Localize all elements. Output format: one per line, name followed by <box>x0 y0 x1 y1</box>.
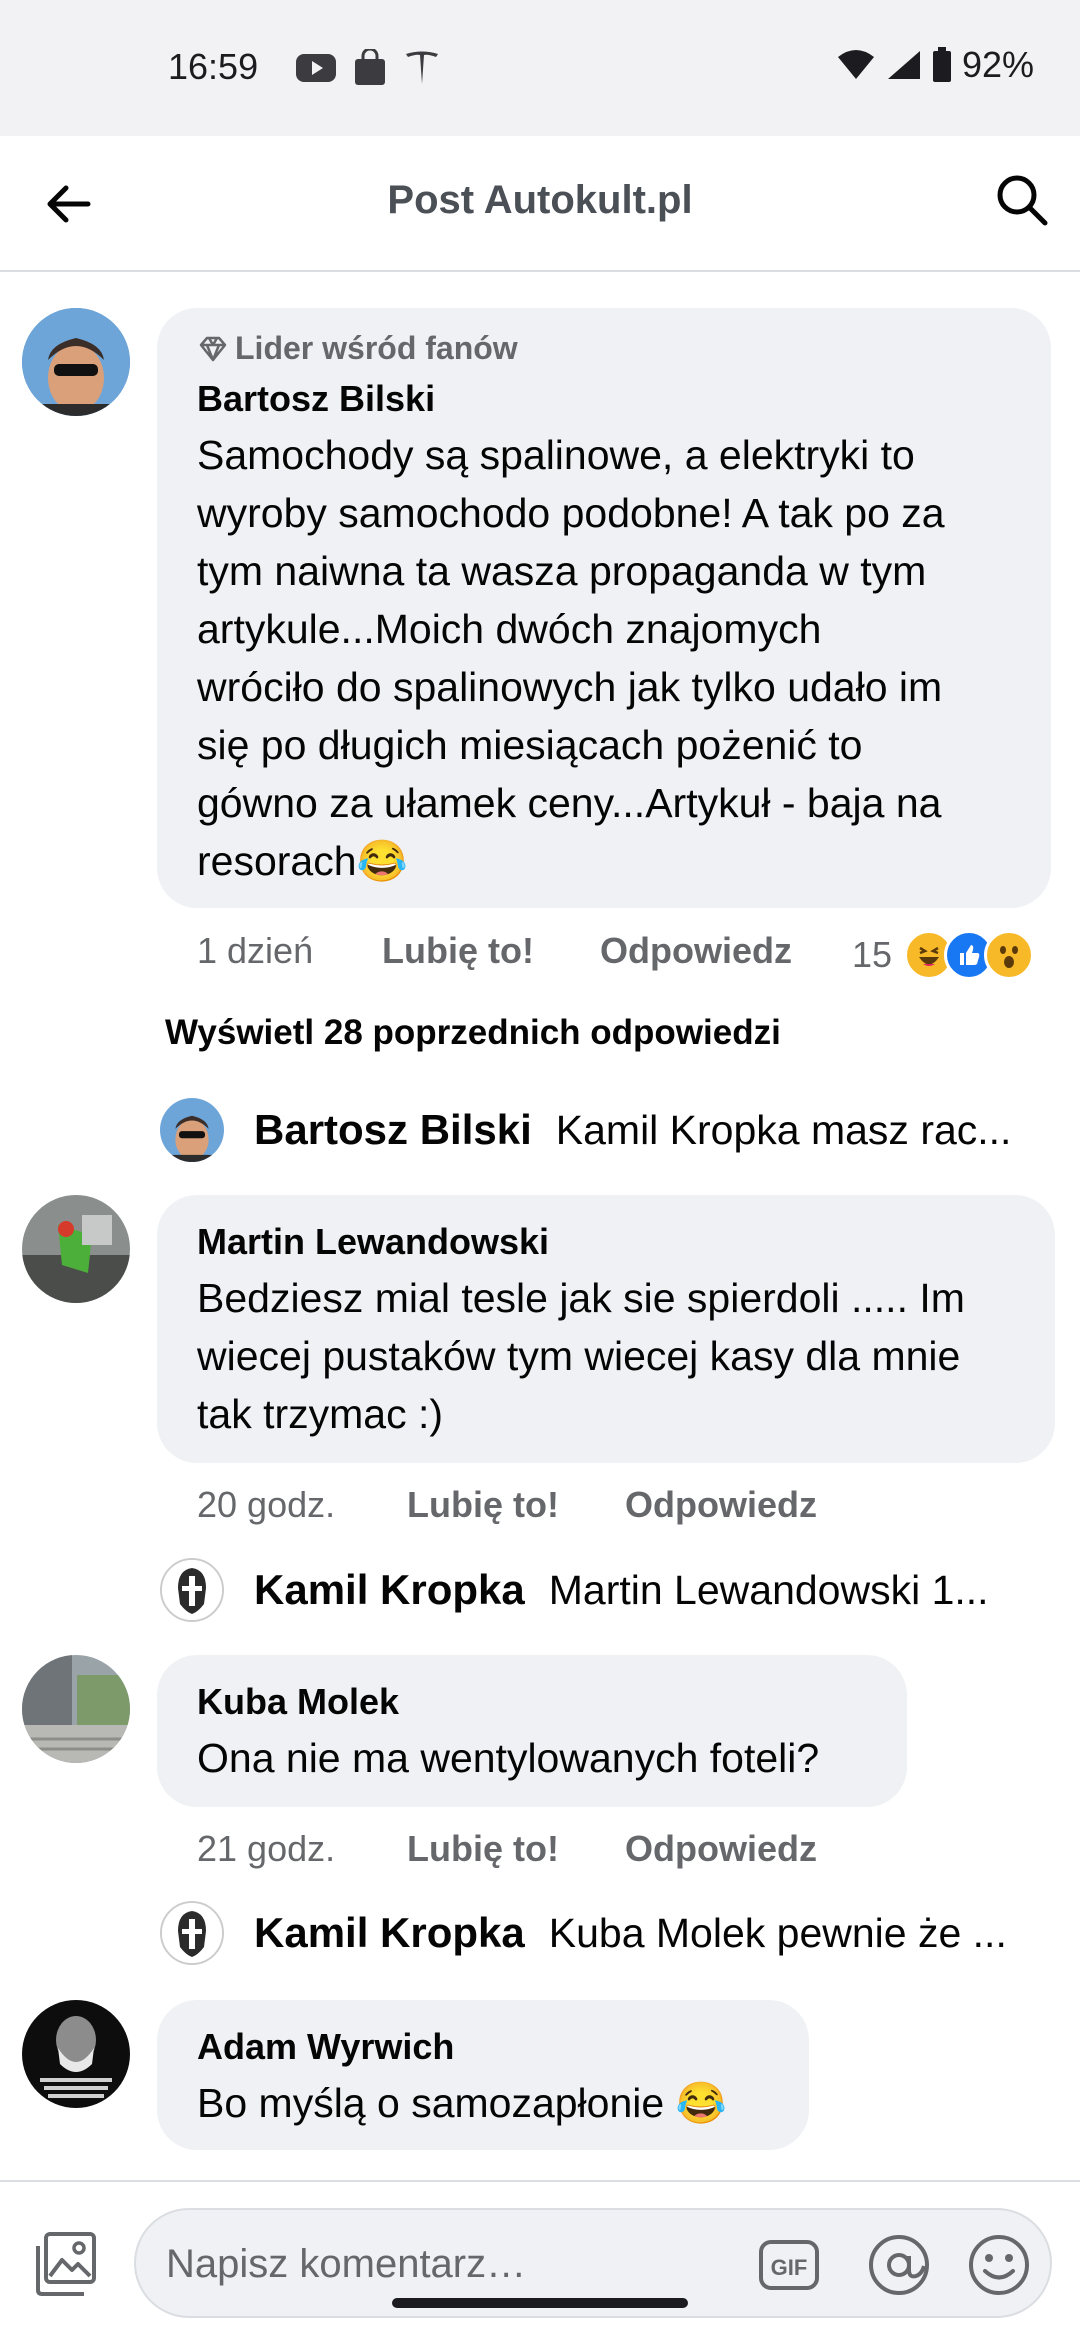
comment-actions: 20 godz. Lubię to! Odpowiedz <box>197 1484 817 1526</box>
reply-button[interactable]: Odpowiedz <box>600 930 792 972</box>
text-line: resorach😂 <box>197 838 408 884</box>
comment-time[interactable]: 1 dzień <box>197 930 382 972</box>
mention-button[interactable] <box>866 2232 932 2298</box>
battery-icon <box>932 47 951 82</box>
avatar <box>160 1901 224 1965</box>
app-bar: Post Autokult.pl <box>0 136 1080 272</box>
avatar <box>160 1098 224 1162</box>
text-line: się po długich miesiącach pożenić to <box>197 722 863 768</box>
shopping-bag-icon <box>355 49 385 85</box>
reply-author: Kamil Kropka <box>254 1909 525 1956</box>
status-bar: 16:59 92% <box>0 0 1080 136</box>
reply-snippet: Kamil Kropka masz rac... <box>555 1106 1012 1153</box>
comment-placeholder: Napisz komentarz… <box>166 2242 527 2286</box>
at-icon <box>869 2235 929 2295</box>
avatar[interactable] <box>22 1655 130 1763</box>
reactions-summary[interactable]: 15 <box>852 930 1035 980</box>
avatar-photo <box>22 308 130 416</box>
youtube-icon <box>296 54 336 82</box>
comment-text: Bedziesz mial tesle jak sie spierdoli ..… <box>197 1269 1037 1443</box>
comment-time[interactable]: 21 godz. <box>197 1828 407 1870</box>
comment-author[interactable]: Bartosz Bilski <box>197 378 435 420</box>
text-line: Samochody są spalinowe, a elektryki to <box>197 432 915 478</box>
text-line: tym naiwna ta wasza propaganda w tym <box>197 548 927 594</box>
search-icon <box>997 175 1048 226</box>
emoji-button[interactable] <box>966 2232 1032 2298</box>
text-line: wiecej pustaków tym wiecej kasy dla mnie <box>197 1333 961 1379</box>
text-line: Bo myślą o samozapłonie 😂 <box>197 2080 727 2126</box>
avatar[interactable] <box>22 308 130 416</box>
reply-button[interactable]: Odpowiedz <box>625 1828 817 1870</box>
comment-author[interactable]: Adam Wyrwich <box>197 2026 454 2068</box>
comment-composer: Napisz komentarz… GIF <box>0 2180 1080 2342</box>
avatar-photo <box>22 2000 130 2108</box>
avatar[interactable] <box>22 1195 130 1303</box>
comment-actions: 21 godz. Lubię to! Odpowiedz <box>197 1828 817 1870</box>
wifi-icon <box>837 50 874 79</box>
comment-text: Bo myślą o samozapłonie 😂 <box>197 2074 727 2132</box>
text-line: wróciło do spalinowych jak tylko udało i… <box>197 664 943 710</box>
gif-icon: GIF <box>759 2240 819 2290</box>
reply-author: Bartosz Bilski <box>254 1106 532 1153</box>
text-line: artykule...Moich dwóch znajomych <box>197 606 822 652</box>
tesla-icon <box>406 51 438 84</box>
battery-percent: 92% <box>961 44 1034 85</box>
comment-bubble[interactable]: Martin Lewandowski Bedziesz mial tesle j… <box>157 1195 1055 1463</box>
status-right: 92% <box>836 44 1034 86</box>
reply-author: Kamil Kropka <box>254 1566 525 1613</box>
reply-preview[interactable]: Bartosz Bilski Kamil Kropka masz rac... <box>160 1095 1011 1165</box>
text-line: Ona nie ma wentylowanych foteli? <box>197 1735 820 1781</box>
badge-label: Lider wśród fanów <box>235 330 518 366</box>
text-line: tak trzymac :) <box>197 1391 444 1437</box>
home-indicator[interactable] <box>392 2298 688 2308</box>
reply-snippet: Kuba Molek pewnie że ... <box>548 1909 1007 1956</box>
notification-icons <box>294 48 442 88</box>
text-line: wyroby samochodo podobne! A tak po za <box>197 490 945 536</box>
page-title: Post Autokult.pl <box>387 178 693 222</box>
diamond-icon <box>199 336 227 361</box>
text-line: Bedziesz mial tesle jak sie spierdoli ..… <box>197 1275 965 1321</box>
search-button[interactable] <box>992 170 1052 230</box>
wow-reaction-icon <box>984 930 1035 980</box>
signal-icon <box>887 51 920 79</box>
comment-bubble[interactable]: Adam Wyrwich Bo myślą o samozapłonie 😂 <box>157 2000 809 2150</box>
avatar-photo <box>22 1655 130 1763</box>
comment-time[interactable]: 20 godz. <box>197 1484 407 1526</box>
photo-button[interactable] <box>32 2230 100 2298</box>
comment-author[interactable]: Kuba Molek <box>197 1681 399 1723</box>
like-button[interactable]: Lubię to! <box>407 1484 559 1526</box>
status-time: 16:59 <box>168 46 259 87</box>
reaction-count: 15 <box>852 934 893 975</box>
gif-button[interactable]: GIF <box>758 2234 820 2296</box>
fan-badge: Lider wśród fanów <box>197 330 518 367</box>
comment-bubble[interactable]: Kuba Molek Ona nie ma wentylowanych fote… <box>157 1655 907 1807</box>
photo-icon <box>36 2232 96 2296</box>
like-button[interactable]: Lubię to! <box>382 930 534 972</box>
reply-snippet: Martin Lewandowski 1... <box>548 1566 989 1613</box>
reply-preview[interactable]: Kamil Kropka Martin Lewandowski 1... <box>160 1555 989 1625</box>
svg-text:GIF: GIF <box>771 2255 808 2280</box>
view-previous-replies[interactable]: Wyświetl 28 poprzednich odpowiedzi <box>165 1013 781 1053</box>
text-line: gówno za ułamek ceny...Artykuł - baja na <box>197 780 942 826</box>
comment-author[interactable]: Martin Lewandowski <box>197 1221 549 1263</box>
comment-text: Samochody są spalinowe, a elektryki to w… <box>197 426 1027 890</box>
reply-button[interactable]: Odpowiedz <box>625 1484 817 1526</box>
comment-text: Ona nie ma wentylowanych foteli? <box>197 1729 819 1787</box>
avatar <box>160 1558 224 1622</box>
reply-preview[interactable]: Kamil Kropka Kuba Molek pewnie że ... <box>160 1898 1007 1968</box>
comment-actions: 1 dzień Lubię to! Odpowiedz <box>197 930 792 972</box>
comment-bubble[interactable]: Lider wśród fanów Bartosz Bilski Samocho… <box>157 308 1051 908</box>
avatar-photo <box>22 1195 130 1303</box>
like-button[interactable]: Lubię to! <box>407 1828 559 1870</box>
emoji-icon <box>969 2235 1029 2295</box>
avatar[interactable] <box>22 2000 130 2108</box>
